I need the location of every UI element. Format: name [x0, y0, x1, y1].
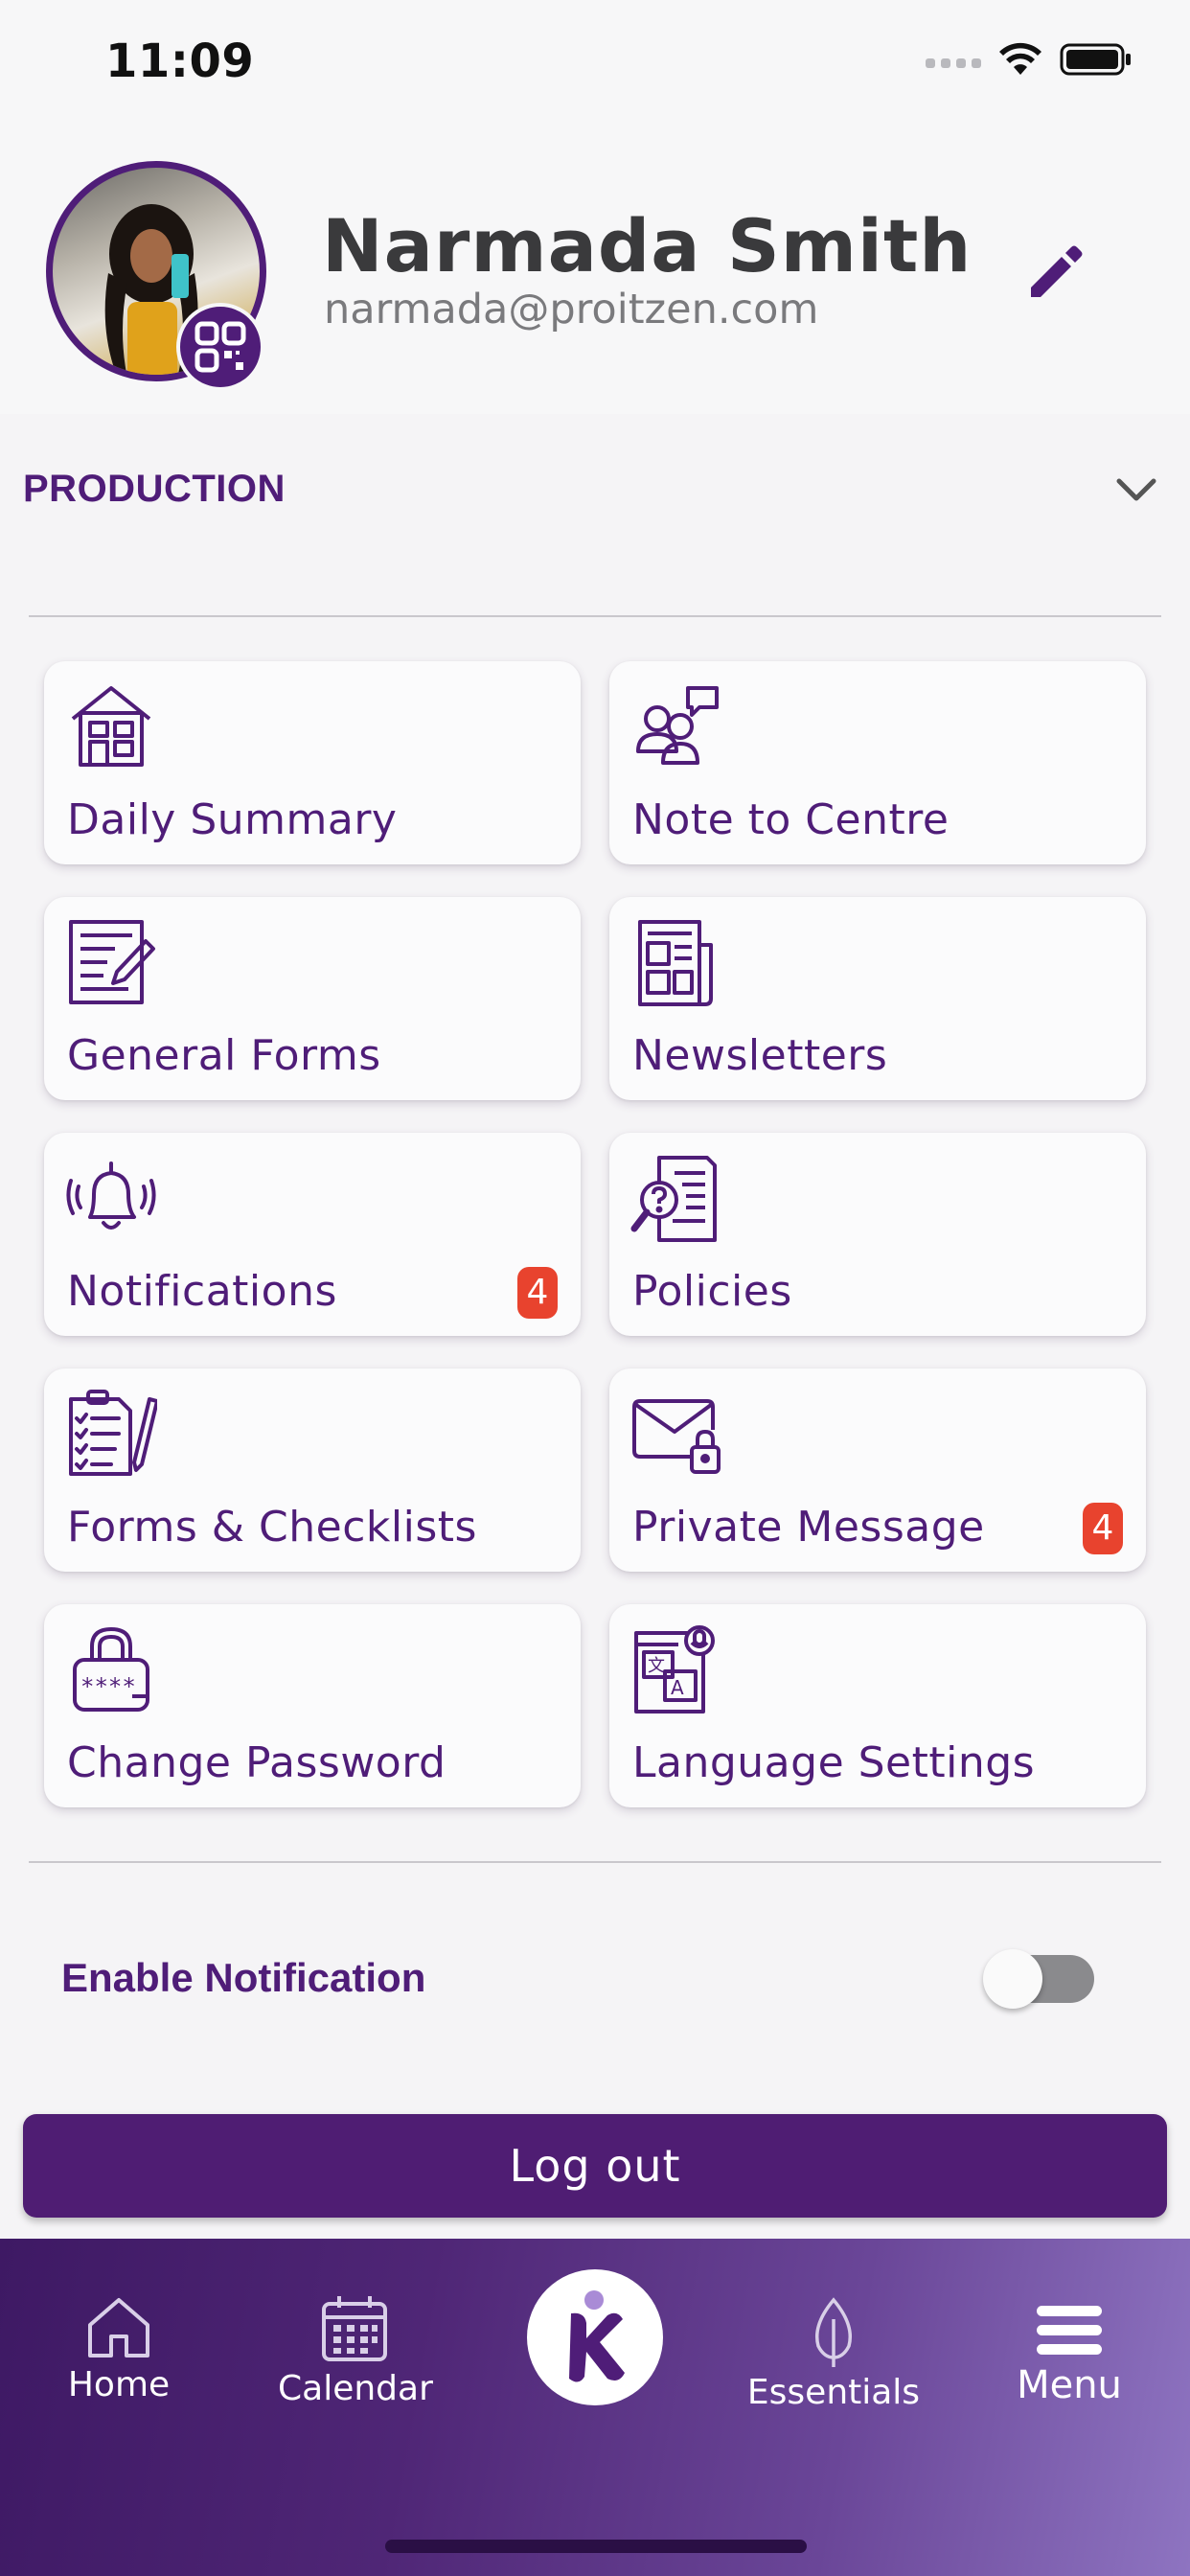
tile-label: Newsletters: [632, 1031, 888, 1080]
tab-calendar[interactable]: Calendar: [278, 2292, 433, 2408]
tile-language-settings[interactable]: 文 A Language Settings: [609, 1604, 1146, 1807]
centre-selector-label: PRODUCTION: [23, 468, 286, 510]
profile-name: Narmada Smith: [322, 203, 973, 288]
logout-button[interactable]: Log out: [23, 2114, 1167, 2218]
tile-label: Note to Centre: [632, 795, 950, 844]
wifi-icon: [999, 42, 1041, 75]
tab-label: Menu: [1017, 2363, 1122, 2407]
bell-ringing-icon: [66, 1162, 156, 1230]
profile-email: narmada@proitzen.com: [324, 286, 819, 334]
tile-label: General Forms: [67, 1031, 381, 1080]
tile-private-message[interactable]: Private Message 4: [609, 1368, 1146, 1572]
tile-general-forms[interactable]: General Forms: [44, 897, 581, 1100]
tile-label: Language Settings: [632, 1738, 1036, 1787]
status-time: 11:09: [105, 34, 255, 88]
tab-menu[interactable]: Menu: [1006, 2302, 1133, 2407]
home-icon: [88, 2298, 149, 2358]
padlock-password-icon: ****: [73, 1627, 149, 1712]
tile-forms-checklists[interactable]: Forms & Checklists: [44, 1368, 581, 1572]
translate-icon: 文 A: [634, 1625, 715, 1714]
qr-code-button[interactable]: [176, 303, 264, 391]
tab-label: Calendar: [278, 2369, 433, 2408]
tile-label: Daily Summary: [67, 795, 398, 844]
tab-essentials[interactable]: Essentials: [738, 2296, 929, 2412]
calendar-icon: [322, 2296, 387, 2361]
divider: [29, 615, 1161, 617]
edit-profile-icon[interactable]: [1021, 238, 1090, 307]
bottom-tab-bar: Home Calendar Essentials Menu: [0, 2239, 1190, 2576]
battery-icon: [1060, 43, 1131, 76]
document-search-icon: [630, 1156, 717, 1242]
tile-note-to-centre[interactable]: Note to Centre: [609, 661, 1146, 864]
envelope-lock-icon: [632, 1399, 721, 1474]
home-indicator: [385, 2540, 807, 2553]
tile-label: Change Password: [67, 1738, 446, 1787]
app-logo-icon: [569, 2290, 625, 2382]
cellular-signal-icon: [926, 58, 981, 68]
tile-label: Forms & Checklists: [67, 1503, 477, 1552]
tile-policies[interactable]: Policies: [609, 1133, 1146, 1336]
toggle-knob: [983, 1949, 1042, 2009]
tile-change-password[interactable]: **** Change Password: [44, 1604, 581, 1807]
people-message-icon: [636, 686, 719, 765]
qr-code-icon: [195, 321, 246, 373]
tile-label: Policies: [632, 1267, 792, 1316]
status-icons: [926, 42, 1133, 77]
tile-daily-summary[interactable]: Daily Summary: [44, 661, 581, 864]
profile-header: Narmada Smith narmada@proitzen.com: [0, 134, 1190, 414]
checklist-icon: [69, 1390, 157, 1476]
divider: [29, 1861, 1161, 1863]
tab-label: Essentials: [746, 2373, 921, 2412]
centre-selector[interactable]: PRODUCTION: [0, 414, 1190, 577]
chevron-down-icon: [1116, 478, 1156, 501]
status-bar: 11:09: [0, 0, 1190, 134]
tab-app-logo[interactable]: [527, 2269, 663, 2405]
house-icon: [71, 686, 151, 767]
hamburger-icon: [1037, 2306, 1102, 2355]
tab-label: Home: [67, 2365, 171, 2404]
svg-text:A: A: [671, 1676, 684, 1699]
form-pencil-icon: [69, 920, 155, 1004]
tile-label: Private Message: [632, 1503, 985, 1552]
enable-notification-toggle[interactable]: [983, 1949, 1094, 2009]
tile-newsletters[interactable]: Newsletters: [609, 897, 1146, 1100]
newspaper-icon: [638, 920, 713, 1006]
tile-label: Notifications: [67, 1267, 337, 1316]
svg-text:****: ****: [80, 1673, 136, 1700]
private-message-badge: 4: [1083, 1503, 1123, 1554]
enable-notification-label: Enable Notification: [61, 1955, 426, 2000]
notifications-badge: 4: [517, 1267, 558, 1319]
svg-text:文: 文: [648, 1656, 665, 1676]
tile-notifications[interactable]: Notifications 4: [44, 1133, 581, 1336]
leaf-icon: [815, 2297, 852, 2367]
tab-home[interactable]: Home: [56, 2292, 182, 2404]
